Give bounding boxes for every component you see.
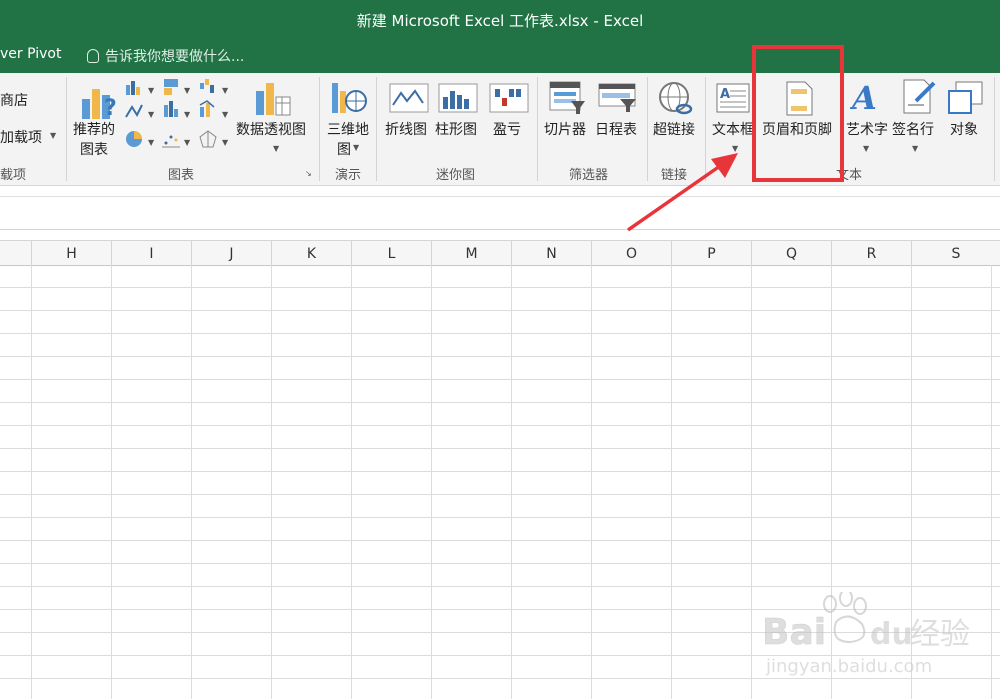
watermark-brand: Bai [762,612,826,653]
watermark-product: 经验 [910,617,970,652]
baidu-jingyan-watermark: Bai du 经验 jingyan.baidu.com [762,592,970,677]
watermark-url: jingyan.baidu.com [765,656,932,677]
arrow-head-icon [711,153,738,178]
watermark-brand2: du [870,617,913,652]
